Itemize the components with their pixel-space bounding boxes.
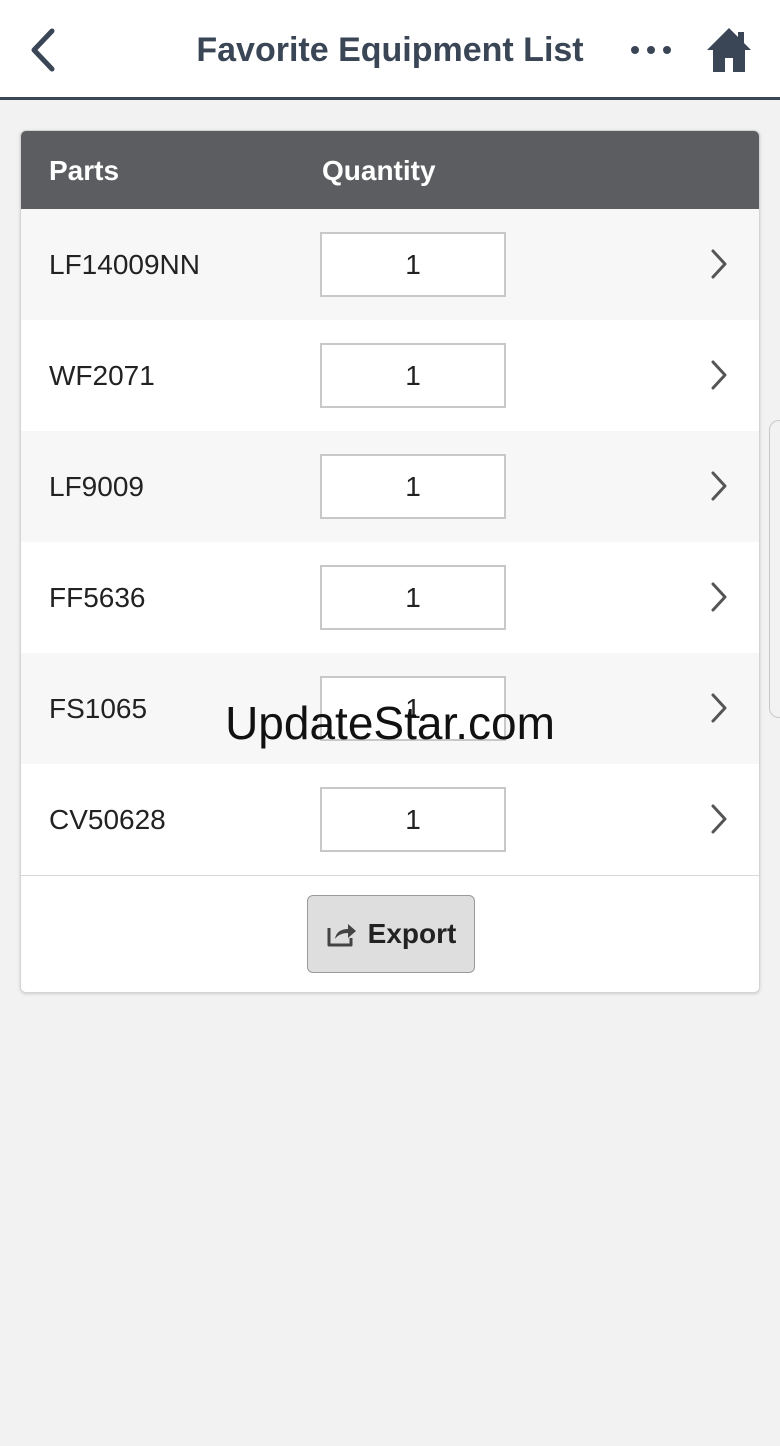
share-export-icon xyxy=(327,924,356,947)
quantity-input[interactable] xyxy=(320,343,506,408)
part-number: FF5636 xyxy=(49,582,146,613)
more-dot xyxy=(647,46,655,54)
table-header: Parts Quantity xyxy=(21,131,759,209)
favorite-equipment-card: Parts Quantity LF14009NN WF2071 LF9009 F xyxy=(20,130,760,993)
chevron-right-icon[interactable] xyxy=(705,246,733,282)
back-button[interactable] xyxy=(18,20,68,80)
part-number: LF14009NN xyxy=(49,249,200,280)
quantity-input[interactable] xyxy=(320,787,506,852)
column-header-parts: Parts xyxy=(49,155,120,186)
quantity-input[interactable] xyxy=(320,676,506,741)
table-row[interactable]: FF5636 xyxy=(21,542,759,653)
table-row[interactable]: WF2071 xyxy=(21,320,759,431)
more-options-button[interactable] xyxy=(620,28,682,72)
export-button[interactable]: Export xyxy=(307,895,475,973)
page-title: Favorite Equipment List xyxy=(196,31,584,69)
home-icon xyxy=(707,28,751,72)
column-header-quantity: Quantity xyxy=(322,155,436,186)
app-header: Favorite Equipment List xyxy=(0,0,780,100)
chevron-right-icon[interactable] xyxy=(705,579,733,615)
table-row[interactable]: LF9009 xyxy=(21,431,759,542)
chevron-right-icon[interactable] xyxy=(705,690,733,726)
chevron-right-icon[interactable] xyxy=(705,468,733,504)
more-dot xyxy=(663,46,671,54)
home-button[interactable] xyxy=(700,20,758,80)
export-label: Export xyxy=(367,918,457,949)
card-footer: Export xyxy=(21,875,759,992)
chevron-right-icon[interactable] xyxy=(705,357,733,393)
part-number: FS1065 xyxy=(49,693,148,724)
parts-list: LF14009NN WF2071 LF9009 FF5636 xyxy=(21,209,759,875)
quantity-input[interactable] xyxy=(320,565,506,630)
part-number: CV50628 xyxy=(49,804,166,835)
chevron-left-icon xyxy=(31,28,55,72)
more-horizontal-icon xyxy=(631,46,639,54)
chevron-right-icon[interactable] xyxy=(705,801,733,837)
table-row[interactable]: CV50628 xyxy=(21,764,759,875)
side-drawer-handle[interactable] xyxy=(769,420,780,718)
quantity-input[interactable] xyxy=(320,454,506,519)
table-row[interactable]: FS1065 xyxy=(21,653,759,764)
table-row[interactable]: LF14009NN xyxy=(21,209,759,320)
quantity-input[interactable] xyxy=(320,232,506,297)
part-number: WF2071 xyxy=(49,360,155,391)
part-number: LF9009 xyxy=(49,471,144,502)
